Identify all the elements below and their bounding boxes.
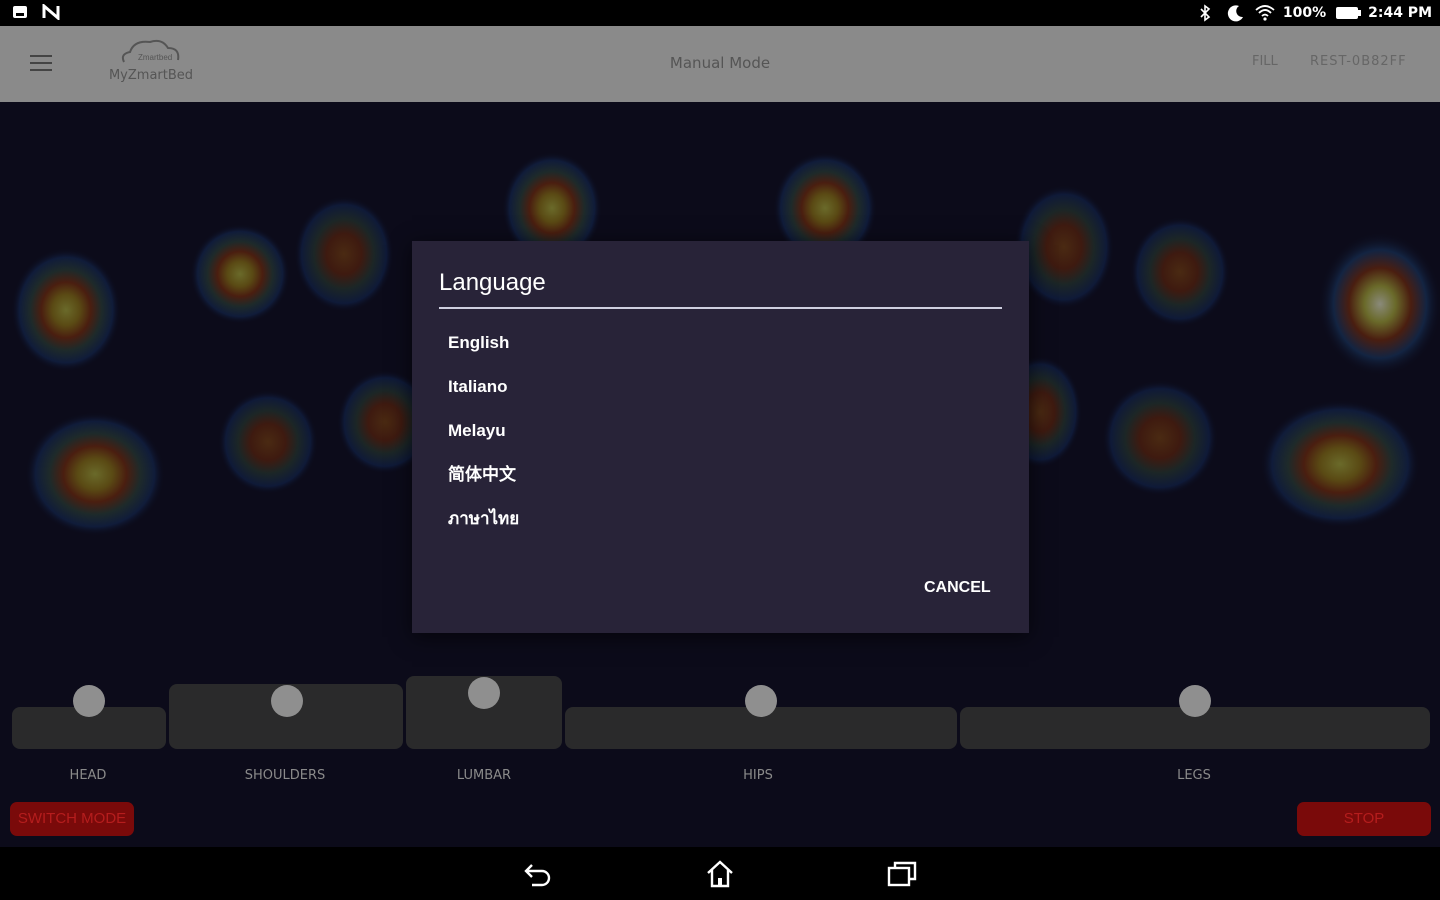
notification-app-icon	[12, 4, 30, 22]
language-list: English Italiano Melayu 简体中文 ภาษาไทย	[448, 329, 988, 549]
zone-label-legs: LEGS	[1177, 768, 1211, 783]
language-option-melayu[interactable]: Melayu	[448, 417, 988, 461]
app-logo: Zmartbed MyZmartBed	[96, 36, 206, 92]
heat-blob	[1260, 400, 1420, 528]
hips-slider-handle[interactable]	[745, 685, 777, 717]
home-icon[interactable]	[704, 859, 736, 889]
page-title: Manual Mode	[669, 54, 771, 72]
heat-blob	[1130, 217, 1230, 327]
heat-blob	[294, 196, 394, 312]
heat-blob	[1102, 380, 1218, 496]
heat-blob	[11, 248, 121, 372]
bluetooth-icon	[1199, 4, 1217, 22]
dialog-divider	[439, 307, 1002, 309]
language-option-chinese[interactable]: 简体中文	[448, 461, 988, 505]
language-dialog: Language English Italiano Melayu 简体中文 ภา…	[412, 241, 1029, 633]
shoulders-slider-handle[interactable]	[271, 685, 303, 717]
app-bar: Zmartbed MyZmartBed Manual Mode FILL RES…	[0, 26, 1440, 102]
cancel-button[interactable]: CANCEL	[924, 579, 991, 597]
recent-apps-icon[interactable]	[886, 859, 918, 889]
back-icon[interactable]	[522, 859, 554, 889]
stop-button[interactable]: STOP	[1297, 802, 1431, 836]
device-id: REST-0B82FF	[1310, 54, 1407, 69]
language-option-italiano[interactable]: Italiano	[448, 373, 988, 417]
wifi-icon	[1255, 4, 1275, 22]
heat-blob	[1014, 185, 1114, 309]
navigation-bar	[0, 847, 1440, 900]
heat-blob	[25, 412, 165, 536]
language-option-english[interactable]: English	[448, 329, 988, 373]
zone-label-lumbar: LUMBAR	[456, 768, 512, 783]
language-option-thai[interactable]: ภาษาไทย	[448, 505, 988, 549]
battery-percent: 100%	[1282, 5, 1327, 21]
fill-action[interactable]: FILL	[1252, 54, 1278, 69]
heat-blob	[218, 390, 318, 494]
n-notification-icon	[42, 2, 60, 22]
zone-label-hips: HIPS	[743, 768, 773, 783]
switch-mode-button[interactable]: SWITCH MODE	[10, 802, 134, 836]
heat-blob	[190, 224, 290, 324]
clock: 2:44 PM	[1368, 5, 1432, 21]
head-slider-handle[interactable]	[73, 685, 105, 717]
battery-icon	[1336, 7, 1362, 19]
zone-label-head: HEAD	[69, 768, 107, 783]
status-bar: 100% 2:44 PM	[0, 0, 1440, 26]
svg-text:Zmartbed: Zmartbed	[138, 53, 172, 62]
heat-blob	[1318, 232, 1440, 376]
zone-label-shoulders: SHOULDERS	[244, 768, 326, 783]
lumbar-slider-handle[interactable]	[468, 677, 500, 709]
moon-icon	[1227, 4, 1245, 22]
hamburger-menu-icon[interactable]	[30, 55, 52, 71]
legs-slider-handle[interactable]	[1179, 685, 1211, 717]
cloud-bed-logo-icon: Zmartbed	[121, 39, 180, 63]
dialog-title: Language	[439, 269, 546, 296]
